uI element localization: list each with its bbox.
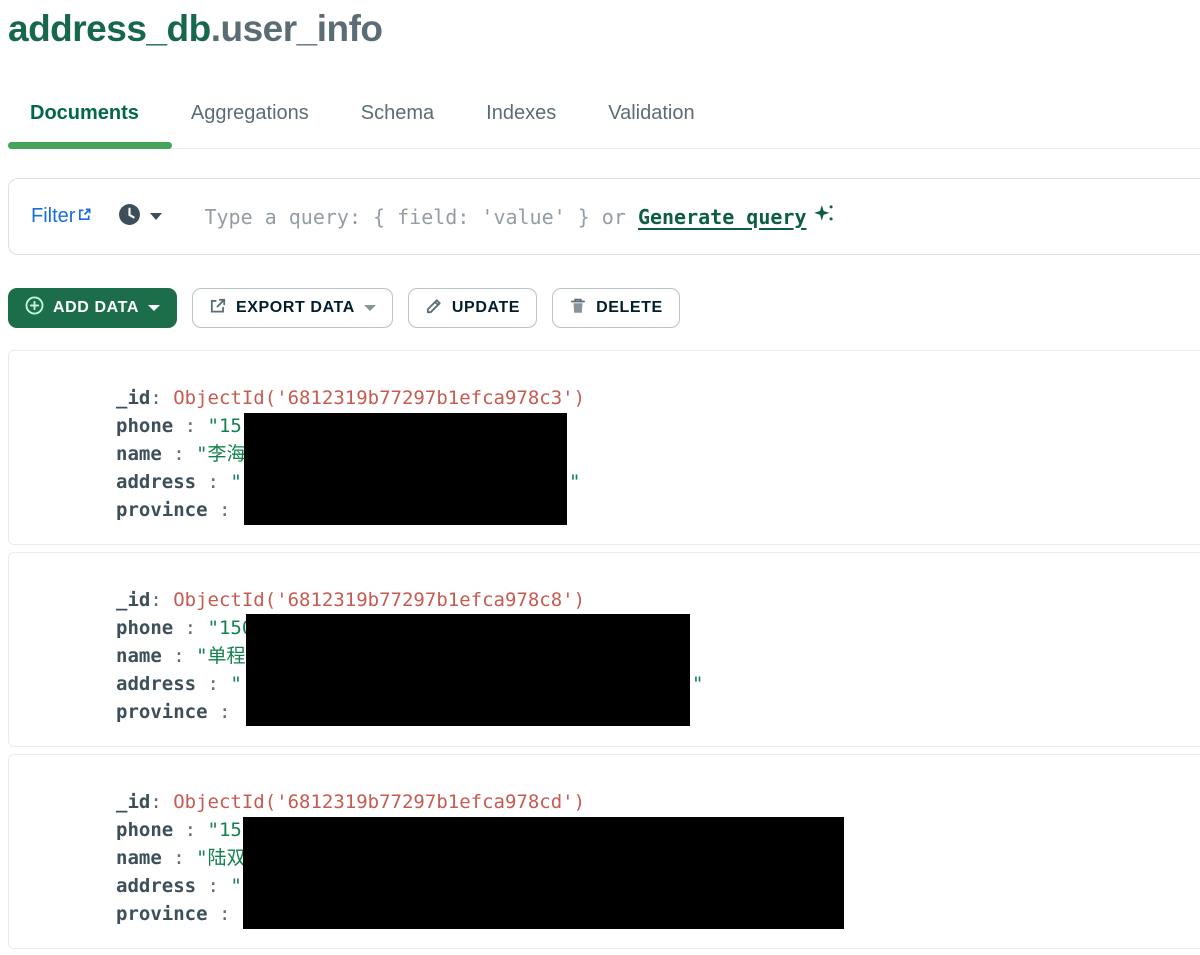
chevron-down-icon [148, 305, 160, 311]
field-line-id: _id: ObjectId('6812319b77297b1efca978cd'… [116, 788, 1200, 816]
export-data-label: EXPORT DATA [236, 299, 355, 317]
action-toolbar: ADD DATA EXPORT DATA UPDATE [8, 288, 680, 328]
field-key: address [116, 471, 196, 493]
field-value: "单程 [196, 645, 245, 667]
field-separator: : [196, 471, 230, 493]
filter-link[interactable]: Filter [31, 205, 92, 228]
tab-divider [8, 148, 1200, 149]
field-separator: : [162, 443, 196, 465]
database-name: address_db [8, 8, 211, 49]
field-key: _id [116, 589, 150, 611]
field-key: phone [116, 819, 173, 841]
add-data-label: ADD DATA [53, 299, 139, 317]
field-separator: : [150, 589, 173, 611]
field-separator: : [196, 875, 230, 897]
field-key: name [116, 645, 162, 667]
tab-indexes[interactable]: Indexes [486, 102, 556, 125]
tab-schema[interactable]: Schema [361, 102, 434, 125]
field-key: _id [116, 791, 150, 813]
document-card[interactable]: _id: ObjectId('6812319b77297b1efca978c8'… [8, 552, 1200, 747]
export-icon [209, 297, 227, 320]
external-link-icon [77, 205, 92, 228]
delete-button[interactable]: DELETE [552, 288, 680, 328]
document-card[interactable]: _id: ObjectId('6812319b77297b1efca978c3'… [8, 350, 1200, 545]
tab-bar: Documents Aggregations Schema Indexes Va… [0, 98, 1200, 152]
chevron-down-icon [364, 305, 376, 311]
objectid-value: ObjectId('6812319b77297b1efca978cd') [173, 791, 585, 813]
add-data-button[interactable]: ADD DATA [8, 288, 177, 328]
field-separator: : [196, 673, 230, 695]
clock-icon [118, 203, 141, 231]
query-input[interactable]: Type a query: { field: 'value' } or Gene… [204, 202, 834, 231]
field-separator: : [162, 847, 196, 869]
field-separator: : [208, 499, 242, 521]
export-data-button[interactable]: EXPORT DATA [192, 288, 393, 328]
generate-query-link[interactable]: Generate query [638, 205, 807, 229]
field-value: "15 [208, 819, 242, 841]
collection-name: user_info [220, 8, 382, 49]
field-separator: : [173, 617, 207, 639]
plus-circle-icon [25, 296, 44, 320]
page-title: address_db.user_info [8, 8, 383, 50]
pencil-icon [425, 297, 443, 320]
update-button[interactable]: UPDATE [408, 288, 537, 328]
objectid-value: ObjectId('6812319b77297b1efca978c8') [173, 589, 585, 611]
active-tab-indicator [8, 142, 172, 149]
field-separator: : [208, 903, 242, 925]
field-key: province [116, 701, 208, 723]
objectid-value: ObjectId('6812319b77297b1efca978c3') [173, 387, 585, 409]
redaction-box [243, 817, 844, 929]
field-value: " [230, 673, 241, 695]
field-separator: : [162, 645, 196, 667]
closing-quote: " [569, 468, 580, 496]
field-separator: : [173, 819, 207, 841]
delete-label: DELETE [596, 299, 663, 317]
field-value: " [230, 471, 241, 493]
field-separator: : [150, 387, 173, 409]
closing-quote: " [692, 670, 703, 698]
document-card[interactable]: _id: ObjectId('6812319b77297b1efca978cd'… [8, 754, 1200, 949]
tab-documents[interactable]: Documents [30, 102, 139, 125]
tab-aggregations[interactable]: Aggregations [191, 102, 309, 125]
field-separator: : [150, 791, 173, 813]
redaction-box [244, 413, 567, 525]
field-key: address [116, 673, 196, 695]
field-line-id: _id: ObjectId('6812319b77297b1efca978c3'… [116, 384, 1200, 412]
collection-view: address_db.user_info Documents Aggregati… [0, 0, 1200, 955]
field-key: province [116, 903, 208, 925]
query-history-button[interactable] [118, 203, 162, 231]
chevron-down-icon [150, 213, 162, 220]
field-line-id: _id: ObjectId('6812319b77297b1efca978c8'… [116, 586, 1200, 614]
field-value: " [230, 875, 241, 897]
field-separator: : [173, 415, 207, 437]
tab-validation[interactable]: Validation [608, 102, 694, 125]
document-list: _id: ObjectId('6812319b77297b1efca978c3'… [8, 350, 1200, 955]
field-separator: : [208, 701, 242, 723]
sparkle-icon [813, 202, 835, 231]
field-key: phone [116, 415, 173, 437]
field-key: address [116, 875, 196, 897]
field-key: phone [116, 617, 173, 639]
update-label: UPDATE [452, 299, 520, 317]
filter-link-label: Filter [31, 205, 75, 228]
field-value: "15 [208, 415, 242, 437]
trash-icon [569, 297, 587, 320]
field-value: "李海 [196, 443, 245, 465]
field-key: _id [116, 387, 150, 409]
query-bar: Filter Type a query: { field: 'value' } … [8, 178, 1200, 255]
redaction-box [246, 614, 690, 726]
field-key: name [116, 847, 162, 869]
field-key: name [116, 443, 162, 465]
field-key: province [116, 499, 208, 521]
field-value: "陆双 [196, 847, 245, 869]
query-placeholder: Type a query: { field: 'value' } or [204, 205, 637, 229]
